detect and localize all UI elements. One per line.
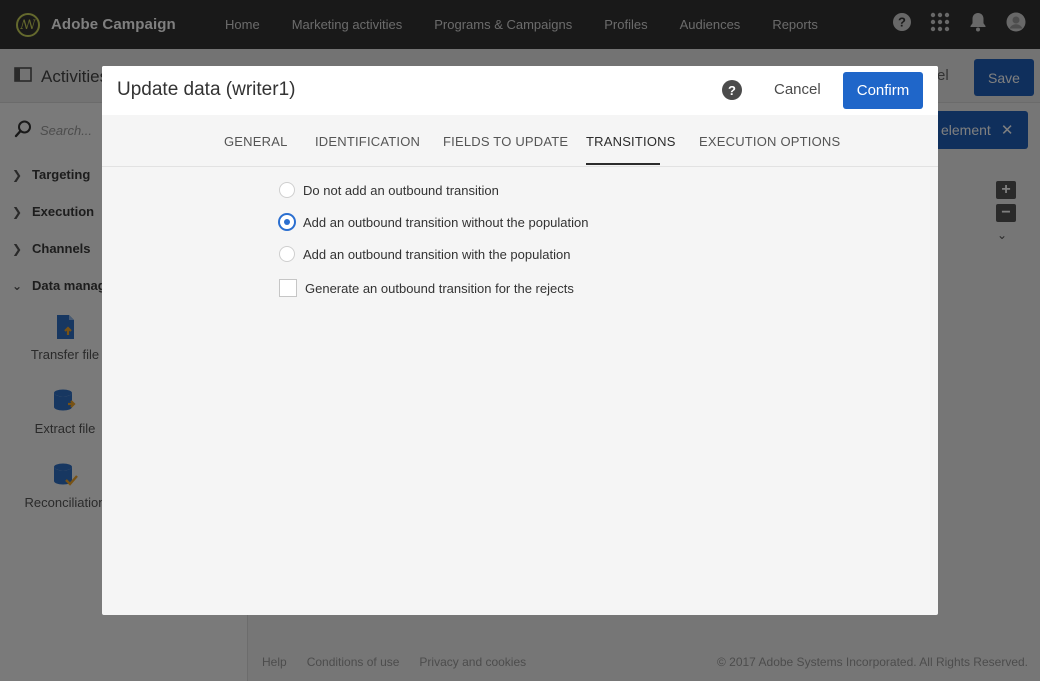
- checkbox-rejects-transition[interactable]: Generate an outbound transition for the …: [279, 279, 574, 297]
- cancel-button[interactable]: Cancel: [774, 81, 821, 98]
- tab-transitions[interactable]: TRANSITIONS: [586, 134, 676, 149]
- radio-label: Add an outbound transition with the popu…: [303, 246, 571, 262]
- radio-label: Add an outbound transition without the p…: [303, 214, 589, 230]
- radio-button[interactable]: [279, 182, 295, 198]
- dialog-header: Update data (writer1) ? Cancel Confirm: [102, 66, 938, 115]
- radio-label: Do not add an outbound transition: [303, 182, 499, 198]
- radio-transition-without-population[interactable]: Add an outbound transition without the p…: [279, 214, 589, 230]
- radio-transition-with-population[interactable]: Add an outbound transition with the popu…: [279, 246, 570, 262]
- dialog-title: Update data (writer1): [117, 79, 296, 100]
- update-data-dialog: Update data (writer1) ? Cancel Confirm G…: [102, 66, 938, 615]
- tab-identification[interactable]: IDENTIFICATION: [315, 134, 420, 149]
- confirm-button[interactable]: Confirm: [843, 72, 923, 109]
- dialog-tabs: GENERAL IDENTIFICATION FIELDS TO UPDATE …: [102, 115, 938, 167]
- active-tab-indicator: [586, 163, 660, 165]
- checkbox-label: Generate an outbound transition for the …: [305, 280, 574, 296]
- radio-no-transition[interactable]: Do not add an outbound transition: [279, 182, 499, 198]
- help-icon[interactable]: ?: [722, 80, 742, 100]
- radio-button-selected[interactable]: [279, 214, 295, 230]
- tab-general[interactable]: GENERAL: [224, 134, 288, 149]
- tab-execution-options[interactable]: EXECUTION OPTIONS: [699, 134, 840, 149]
- tab-fields-to-update[interactable]: FIELDS TO UPDATE: [443, 134, 568, 149]
- radio-button[interactable]: [279, 246, 295, 262]
- checkbox[interactable]: [279, 279, 297, 297]
